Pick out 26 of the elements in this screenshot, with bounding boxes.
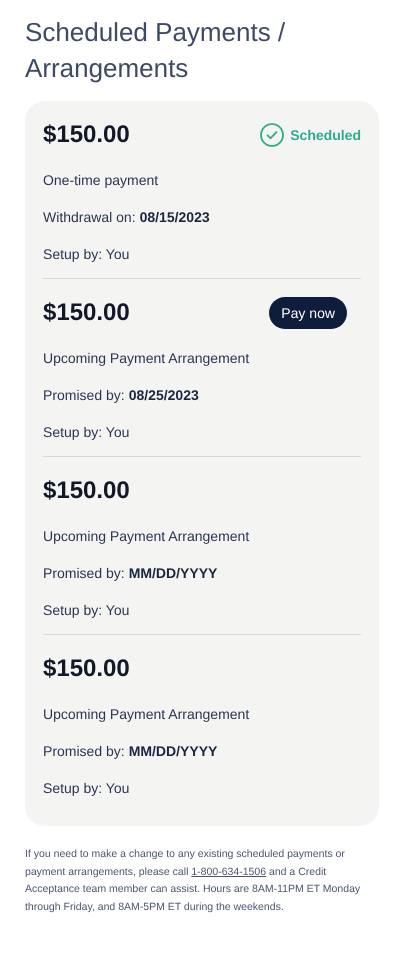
payment-date: 08/25/2023 (128, 386, 199, 405)
setup-by-text: Setup by: You (43, 601, 130, 620)
payment-amount: $150.00 (43, 654, 130, 684)
payment-date: MM/DD/YYYY (128, 742, 218, 761)
payment-date: MM/DD/YYYY (128, 564, 218, 583)
date-label: Promised by: (43, 386, 125, 405)
payment-date: 08/15/2023 (140, 208, 210, 227)
payment-type: Upcoming Payment Arrangement (43, 705, 250, 724)
footer-note: If you need to make a change to any existing scheduled payments or payment arrangements, please call 1-800-634-1506 and a Credit Acceptance team member can assist. Hours are 8AM-11PM ET Monday through Friday, and 8AM-5PM ET during the weekends. (25, 847, 362, 914)
setup-by-text: Setup by: You (43, 245, 130, 264)
payment-type: Upcoming Payment Arrangement (43, 349, 250, 368)
status-label: Scheduled (290, 126, 361, 144)
date-label: Withdrawal on: (43, 208, 136, 227)
payment-amount: $150.00 (43, 476, 130, 506)
setup-by-text: Setup by: You (43, 423, 130, 442)
payment-type: Upcoming Payment Arrangement (43, 527, 250, 546)
date-label: Promised by: (43, 564, 125, 583)
payment-type: One-time payment (43, 171, 160, 190)
setup-by-text: Setup by: You (43, 779, 130, 798)
check-circle-icon (260, 123, 284, 147)
page-title: Scheduled Payments / Arrangements (25, 16, 286, 85)
payment-amount: $150.00 (43, 298, 130, 328)
date-label: Promised by: (43, 742, 125, 761)
pay-now-button[interactable]: Pay now (269, 297, 347, 329)
payment-amount: $150.00 (43, 120, 130, 150)
phone-link[interactable]: 1-800-634-1506 (191, 866, 266, 878)
